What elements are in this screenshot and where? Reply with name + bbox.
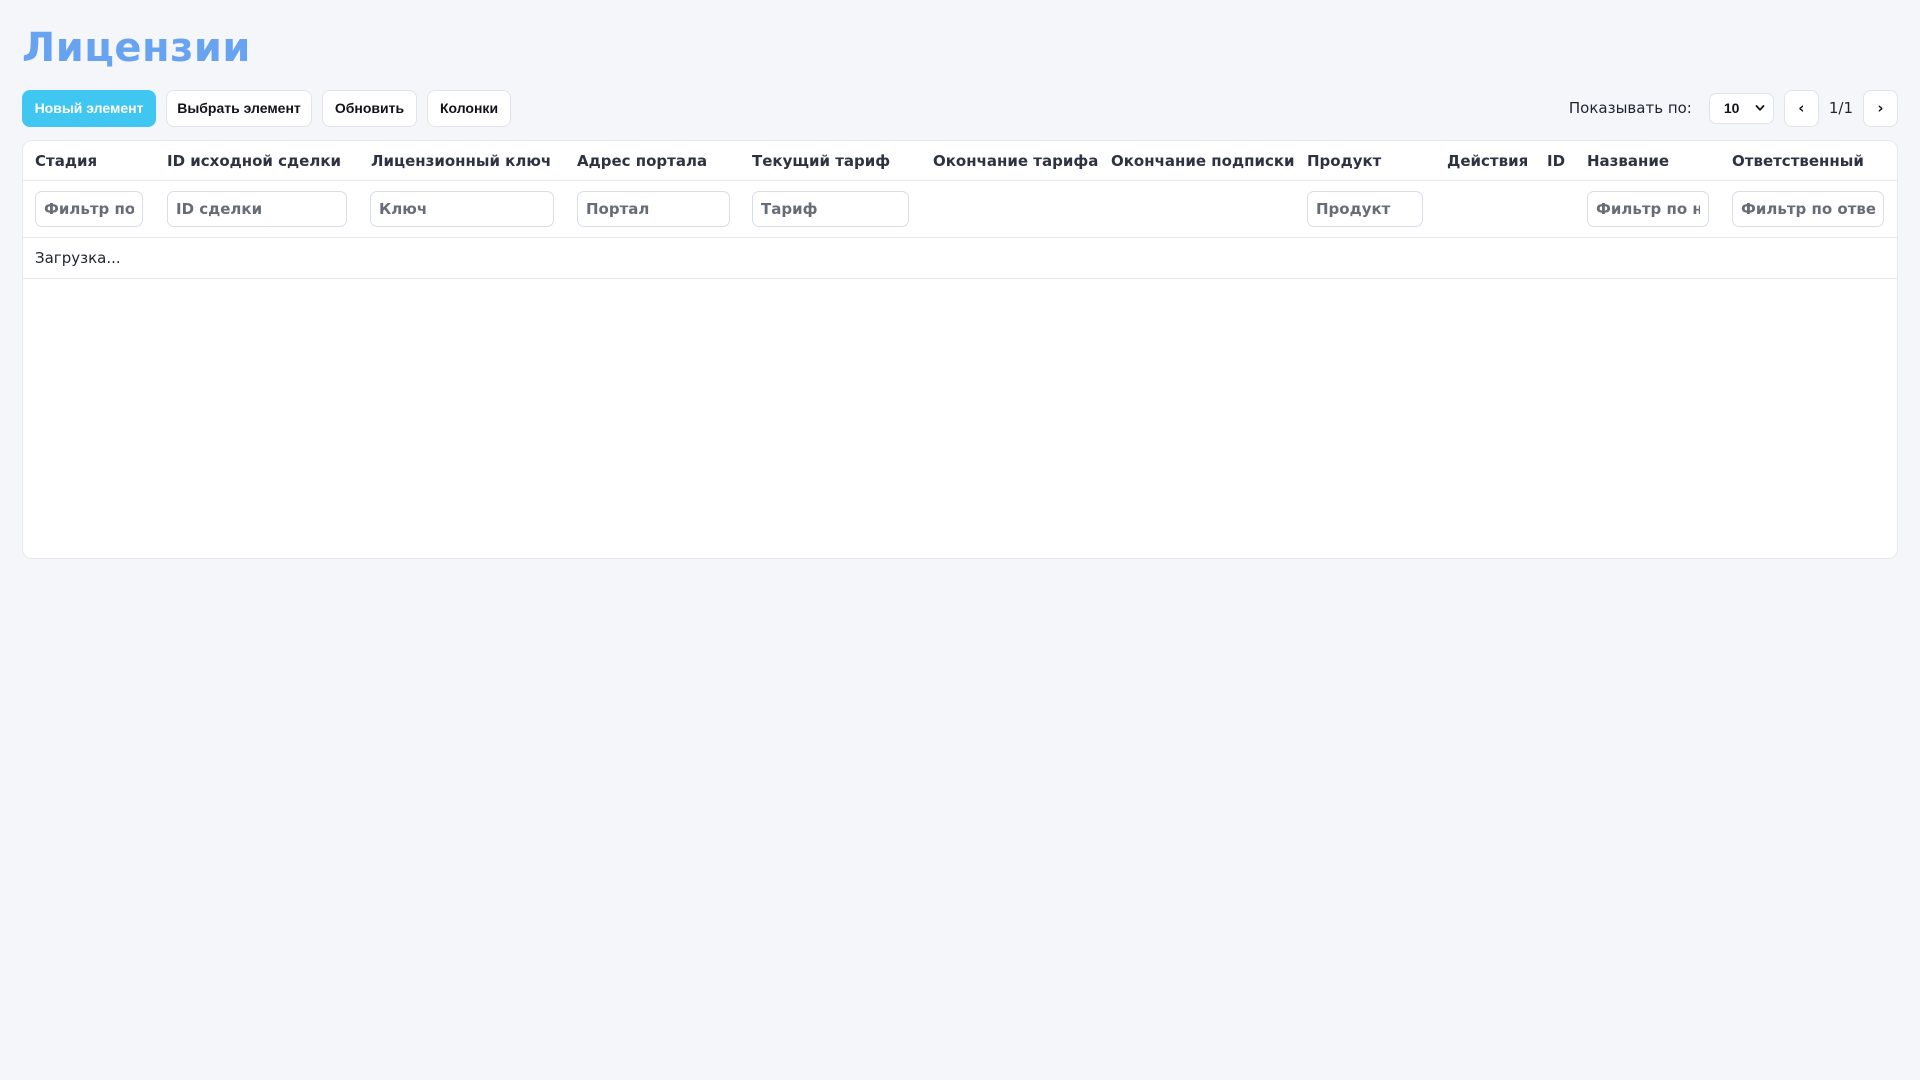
table-header-row: Стадия ID исходной сделки Лицензионный к… — [23, 141, 1897, 181]
column-header-deal-id[interactable]: ID исходной сделки — [167, 141, 341, 181]
pagination: Показывать по: 10 ‹ 1/1 › — [1568, 89, 1898, 127]
toolbar: Новый элемент Выбрать элемент Обновить К… — [22, 89, 1898, 127]
page-title: Лицензии — [22, 25, 251, 71]
portal-filter-input[interactable] — [577, 191, 730, 227]
per-page-select[interactable]: 10 — [1708, 92, 1774, 124]
responsible-filter-input[interactable] — [1732, 191, 1884, 227]
column-header-responsible[interactable]: Ответственный — [1732, 141, 1864, 181]
column-header-stage[interactable]: Стадия — [35, 141, 97, 181]
table-status-row: Загрузка... — [23, 238, 1897, 279]
loading-text: Загрузка... — [35, 249, 121, 267]
column-header-actions[interactable]: Действия — [1447, 141, 1528, 181]
column-header-name[interactable]: Название — [1587, 141, 1669, 181]
column-header-subscription-end[interactable]: Окончание подписки — [1111, 141, 1295, 181]
column-header-portal[interactable]: Адрес портала — [577, 141, 707, 181]
license-key-filter-input[interactable] — [370, 191, 554, 227]
tariff-filter-input[interactable] — [752, 191, 909, 227]
table-filter-row — [23, 181, 1897, 238]
column-header-license-key[interactable]: Лицензионный ключ — [371, 141, 551, 181]
licenses-page: Лицензии Новый элемент Выбрать элемент О… — [0, 0, 1920, 559]
toolbar-actions: Новый элемент Выбрать элемент Обновить К… — [22, 89, 511, 127]
next-page-button[interactable]: › — [1863, 89, 1898, 127]
prev-page-button[interactable]: ‹ — [1783, 89, 1819, 127]
deal-id-filter-input[interactable] — [167, 191, 347, 227]
per-page-label: Показывать по: — [1568, 99, 1692, 117]
column-header-tariff[interactable]: Текущий тариф — [752, 141, 890, 181]
product-filter-input[interactable] — [1307, 191, 1423, 227]
columns-button[interactable]: Колонки — [427, 89, 511, 127]
column-header-tariff-end[interactable]: Окончание тарифа — [933, 141, 1098, 181]
column-header-id[interactable]: ID — [1547, 141, 1565, 181]
name-filter-input[interactable] — [1587, 191, 1709, 227]
per-page-value: 10 — [1723, 100, 1740, 116]
select-item-button[interactable]: Выбрать элемент — [166, 89, 312, 127]
chevron-down-icon — [1755, 105, 1765, 111]
page-indicator: 1/1 — [1828, 99, 1853, 117]
refresh-button[interactable]: Обновить — [322, 89, 417, 127]
licenses-table: Стадия ID исходной сделки Лицензионный к… — [22, 140, 1898, 559]
column-header-product[interactable]: Продукт — [1307, 141, 1381, 181]
stage-filter-input[interactable] — [35, 191, 143, 227]
new-item-button[interactable]: Новый элемент — [22, 89, 156, 127]
